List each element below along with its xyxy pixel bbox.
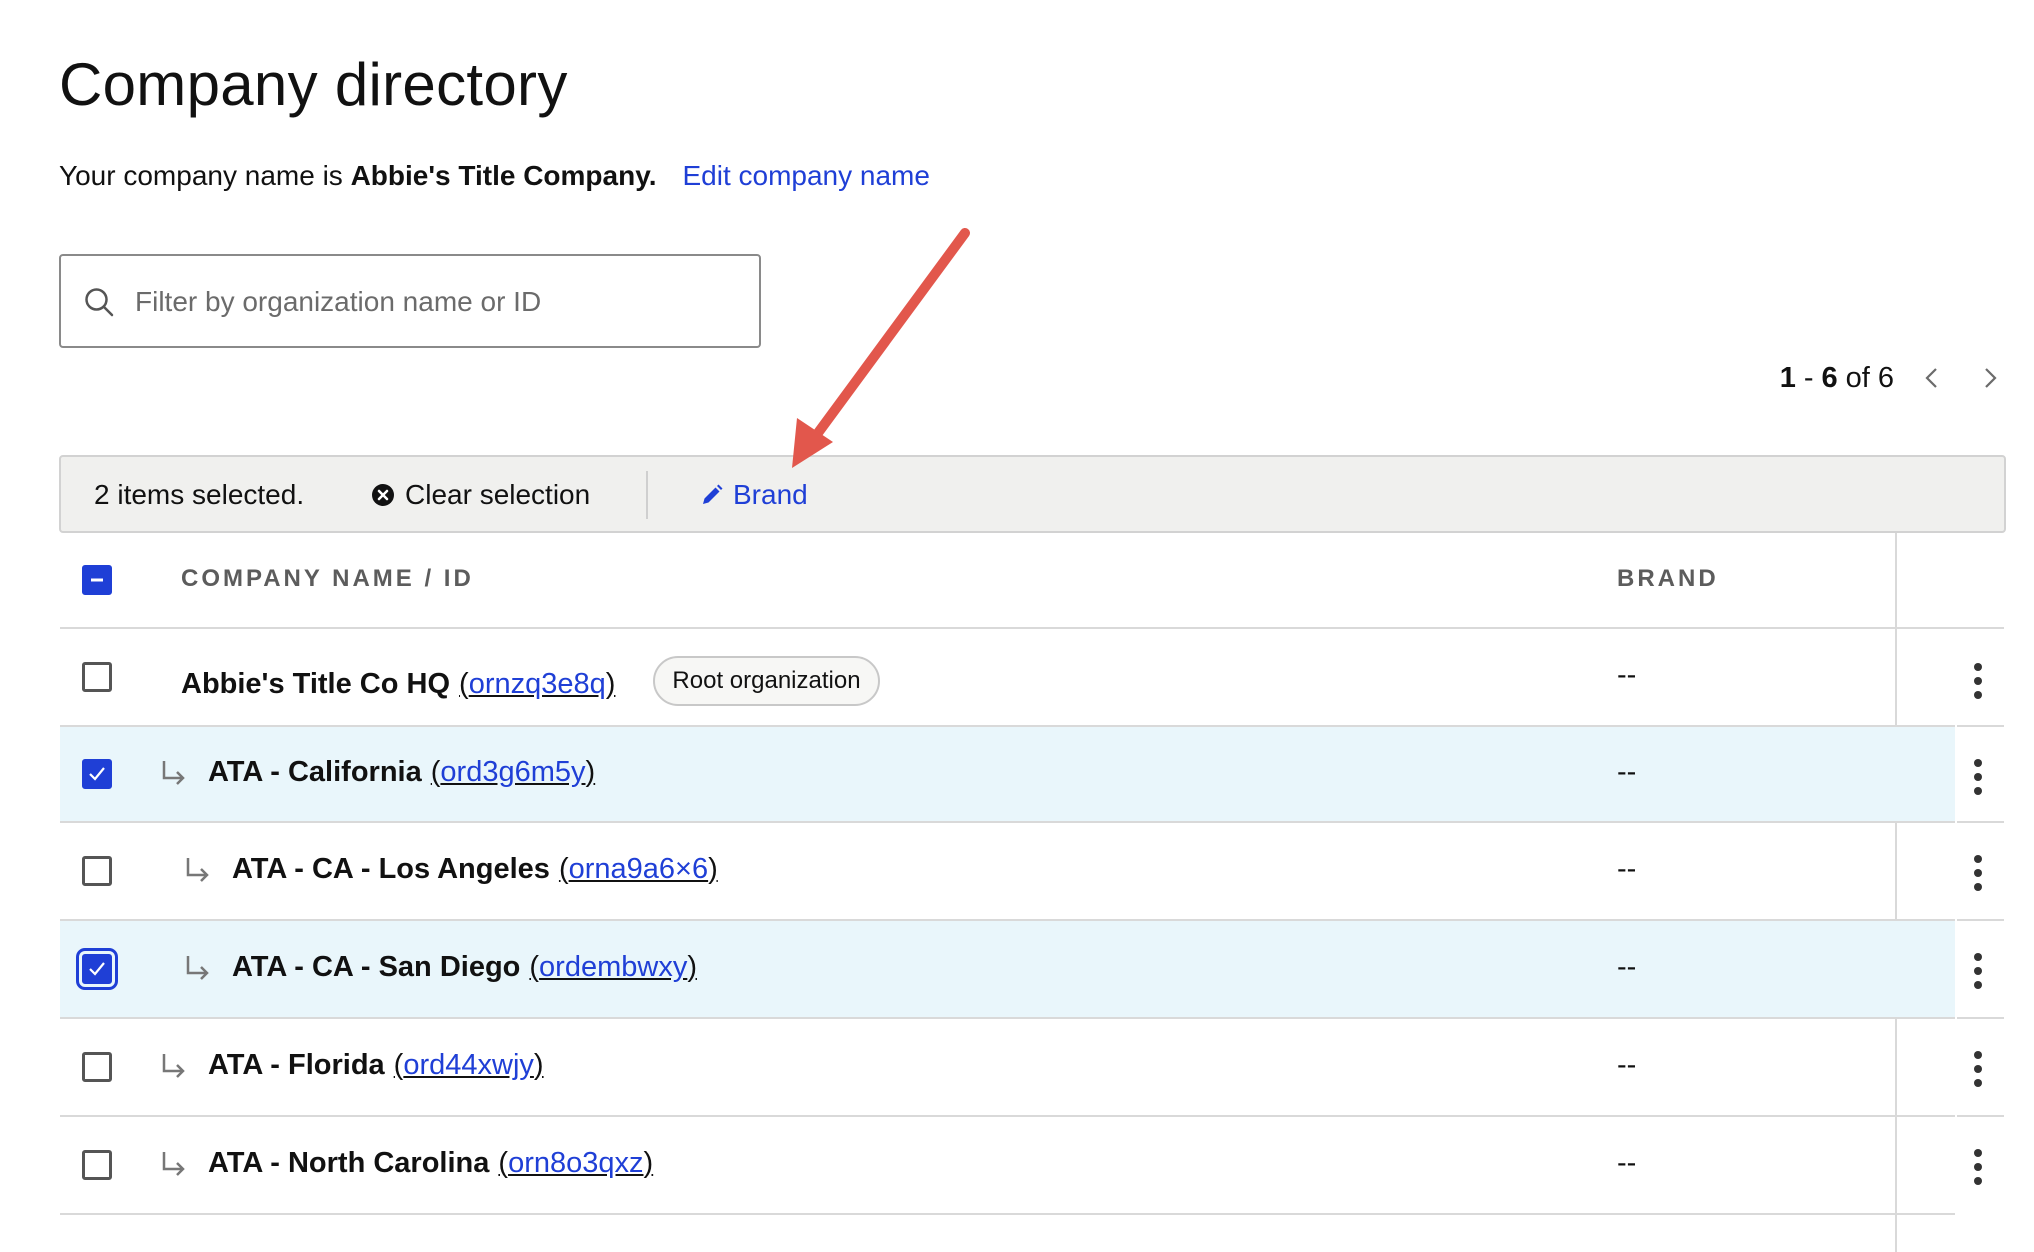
company-name-cell: Abbie's Title Co HQ (ornzq3e8q) Root org… [181,656,880,709]
row-checkbox[interactable] [82,759,112,789]
brand-button-label: Brand [733,479,808,510]
table-header: COMPANY NAME / ID BRAND [60,533,2004,629]
column-header-name: COMPANY NAME / ID [181,565,474,592]
check-icon [89,962,105,976]
search-icon [85,288,114,317]
company-name-prefix: Your company name is [59,160,351,191]
selection-toolbar: 2 items selected. Clear selection Brand [59,455,2006,533]
more-vertical-icon[interactable] [1960,853,1996,893]
brand-cell: -- [1617,853,1637,885]
page-range-dash: - [1803,361,1814,394]
edit-company-name-link[interactable]: Edit company name [682,160,929,191]
org-id-link[interactable]: (orna9a6×6) [559,853,718,886]
org-id-link[interactable]: (orn8o3qxz) [498,1147,653,1180]
chevron-left-icon [1925,368,1937,388]
company-name: ATA - California [208,756,422,788]
selection-count: 2 items selected. [94,479,305,510]
company-name-cell: ATA - Florida (ord44xwjy) [208,1049,544,1082]
table-row[interactable]: ATA - CA - Los Angeles (orna9a6×6) -- [60,823,1955,921]
table-row[interactable]: Abbie's Title Co HQ (ornzq3e8q) Root org… [60,629,1955,727]
clear-selection-label: Clear selection [405,479,591,510]
company-name-cell: ATA - California (ord3g6m5y) [208,756,595,789]
minus-icon [91,578,103,582]
more-vertical-icon[interactable] [1960,951,1996,991]
page-total: 6 [1877,361,1894,394]
org-id-link[interactable]: (ord3g6m5y) [431,756,595,789]
check-icon [89,767,105,781]
company-name: ATA - Florida [208,1049,385,1081]
company-name-cell: ATA - CA - San Diego (ordembwxy) [232,951,697,984]
table-row[interactable]: ATA - North Carolina (orn8o3qxz) -- [60,1117,1955,1215]
child-arrow-icon [162,1152,185,1176]
row-checkbox[interactable] [82,1052,112,1082]
page-title: Company directory [59,51,568,118]
company-name: Abbie's Title Co HQ [181,667,451,700]
table-row[interactable]: ATA - CA - San Diego (ordembwxy) -- [60,921,1955,1019]
page-range-of: of [1845,361,1870,394]
row-checkbox[interactable] [76,948,118,990]
more-vertical-icon[interactable] [1960,1049,1996,1089]
next-page-button[interactable] [1970,358,2010,398]
child-arrow-icon [162,761,185,785]
brand-cell: -- [1617,951,1637,983]
row-checkbox[interactable] [82,856,112,886]
brand-cell: -- [1617,756,1637,788]
column-header-brand: BRAND [1617,565,1719,592]
more-vertical-icon[interactable] [1960,1147,1996,1187]
org-id-link[interactable]: (ord44xwjy) [394,1049,544,1082]
search-box[interactable] [59,254,761,348]
child-arrow-icon [186,858,209,882]
select-all-checkbox[interactable] [82,565,112,595]
prev-page-button[interactable] [1912,358,1952,398]
table-row[interactable]: ATA - Florida (ord44xwjy) -- [60,1019,1955,1117]
company-name: ATA - North Carolina [208,1147,490,1179]
company-name-cell: ATA - CA - Los Angeles (orna9a6×6) [232,853,718,886]
pencil-icon [703,484,723,504]
brand-button[interactable]: Brand [701,479,808,511]
more-vertical-icon[interactable] [1960,757,1996,797]
org-id-link[interactable]: (ordembwxy) [529,951,697,984]
chevron-right-icon [1985,368,1997,388]
page-range-end: 6 [1821,361,1838,394]
close-circle-icon [372,484,394,506]
search-input[interactable] [133,272,737,332]
row-checkbox[interactable] [82,1150,112,1180]
toolbar-divider [646,471,648,519]
brand-cell: -- [1617,659,1637,691]
org-id-link[interactable]: (ornzq3e8q) [459,668,615,701]
company-name: ATA - CA - San Diego [232,951,521,983]
company-name: Abbie's Title Company. [350,160,657,191]
company-name-line: Your company name is Abbie's Title Compa… [59,160,930,192]
root-organization-badge: Root organization [653,656,880,706]
company-name: ATA - CA - Los Angeles [232,853,550,885]
clear-selection-button[interactable]: Clear selection [371,479,590,511]
brand-cell: -- [1617,1049,1637,1081]
row-checkbox[interactable] [82,662,112,692]
brand-cell: -- [1617,1147,1637,1179]
table-row[interactable]: ATA - California (ord3g6m5y) -- [60,727,1955,823]
child-arrow-icon [162,1054,185,1078]
pagination: 1 - 6 of 6 [1780,358,2010,398]
company-name-cell: ATA - North Carolina (orn8o3qxz) [208,1147,653,1180]
page-range-start: 1 [1779,361,1796,394]
more-vertical-icon[interactable] [1960,661,1996,701]
child-arrow-icon [186,956,209,980]
